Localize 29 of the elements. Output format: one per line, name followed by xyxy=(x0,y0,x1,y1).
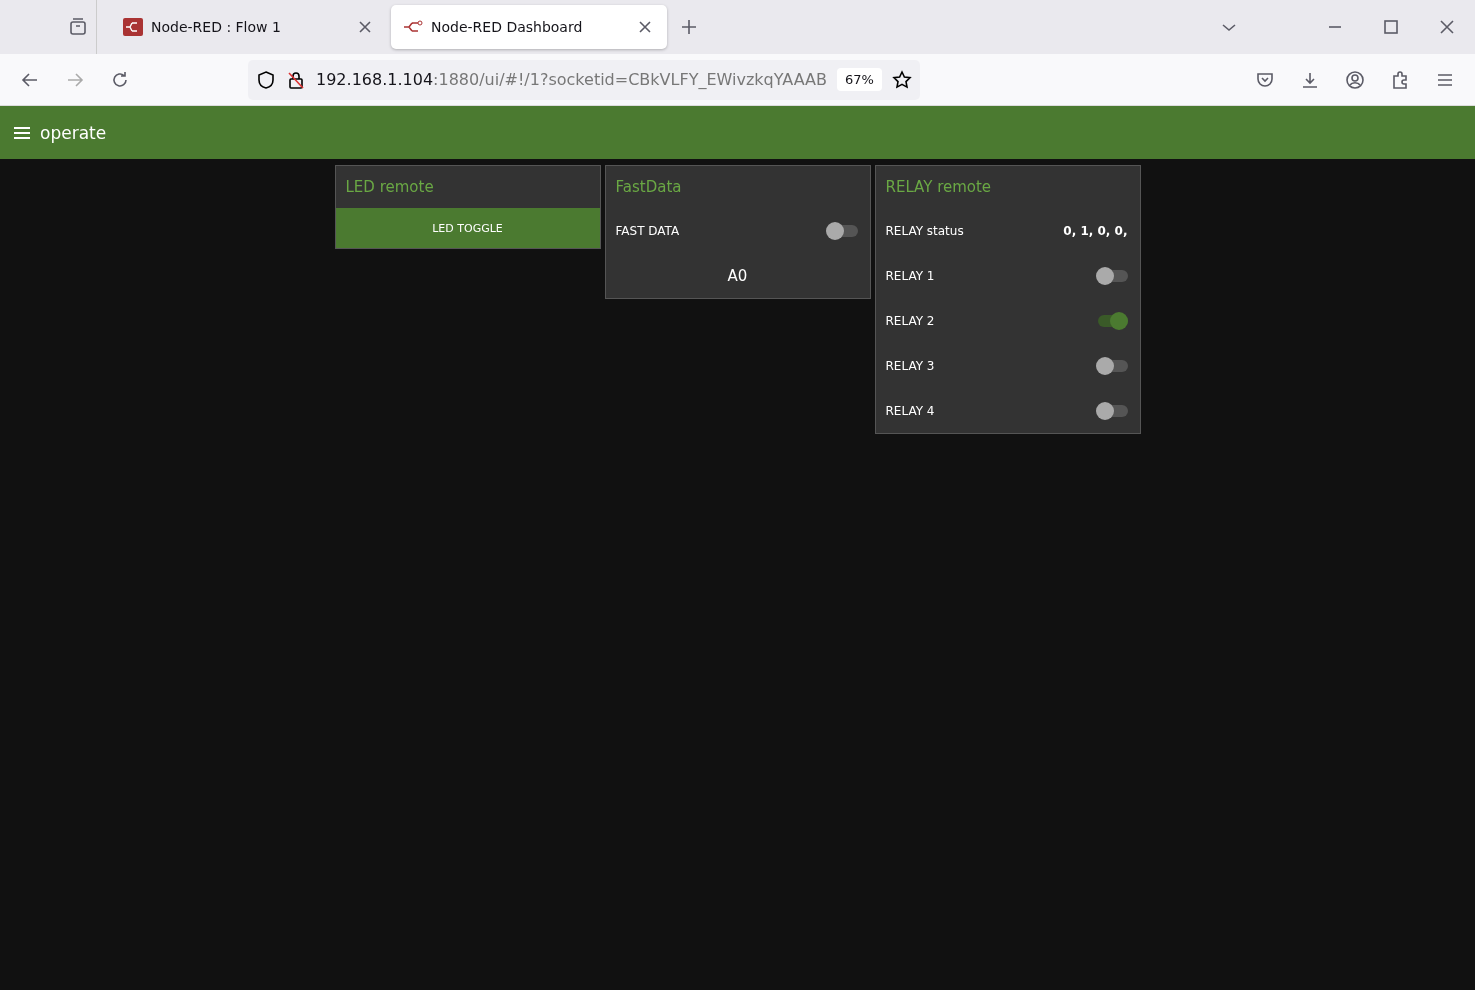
insecure-lock-icon xyxy=(286,69,306,90)
group-title: FastData xyxy=(614,177,683,198)
address-bar[interactable]: 192.168.1.104:1880/ui/#!/1?socketid=CBkVLFY_EWivzkqYAAAB 67% xyxy=(248,59,920,100)
group-title: LED remote xyxy=(344,177,435,198)
switch-label: RELAY 4 xyxy=(885,403,935,418)
page-title: operate xyxy=(40,122,107,143)
toggle-button[interactable]: LED TOGGLE xyxy=(335,208,600,248)
toggle-switch[interactable] xyxy=(827,224,858,237)
browser-tab[interactable]: Node-RED Dashboard xyxy=(391,5,667,49)
switch-label: RELAY 2 xyxy=(885,313,935,328)
switch-label: RELAY 3 xyxy=(885,358,935,373)
toggle-switch[interactable] xyxy=(1097,314,1128,327)
value-text: A0 xyxy=(727,266,748,285)
shield-icon xyxy=(256,69,276,90)
switch-label: RELAY 1 xyxy=(885,268,935,283)
flow-logo-icon xyxy=(123,18,143,36)
status-value: 0, 1, 0, 0, xyxy=(1063,223,1128,238)
menu-icon[interactable] xyxy=(14,126,30,139)
group-title: RELAY remote xyxy=(884,177,993,198)
switch-label: FAST DATA xyxy=(615,223,680,238)
toggle-switch[interactable] xyxy=(1097,359,1128,372)
toggle-switch[interactable] xyxy=(1097,269,1128,282)
zoom-level[interactable]: 67% xyxy=(836,68,882,91)
star-icon[interactable] xyxy=(891,69,912,90)
toggle-switch[interactable] xyxy=(1097,404,1128,417)
flow-logo-icon xyxy=(403,20,423,34)
url-text: 192.168.1.104:1880/ui/#!/1?socketid=CBkVLFY_EWivzkqYAAAB xyxy=(316,70,827,89)
status-label: RELAY status xyxy=(885,223,964,238)
browser-tab[interactable]: Node-RED : Flow 1 xyxy=(111,5,387,49)
